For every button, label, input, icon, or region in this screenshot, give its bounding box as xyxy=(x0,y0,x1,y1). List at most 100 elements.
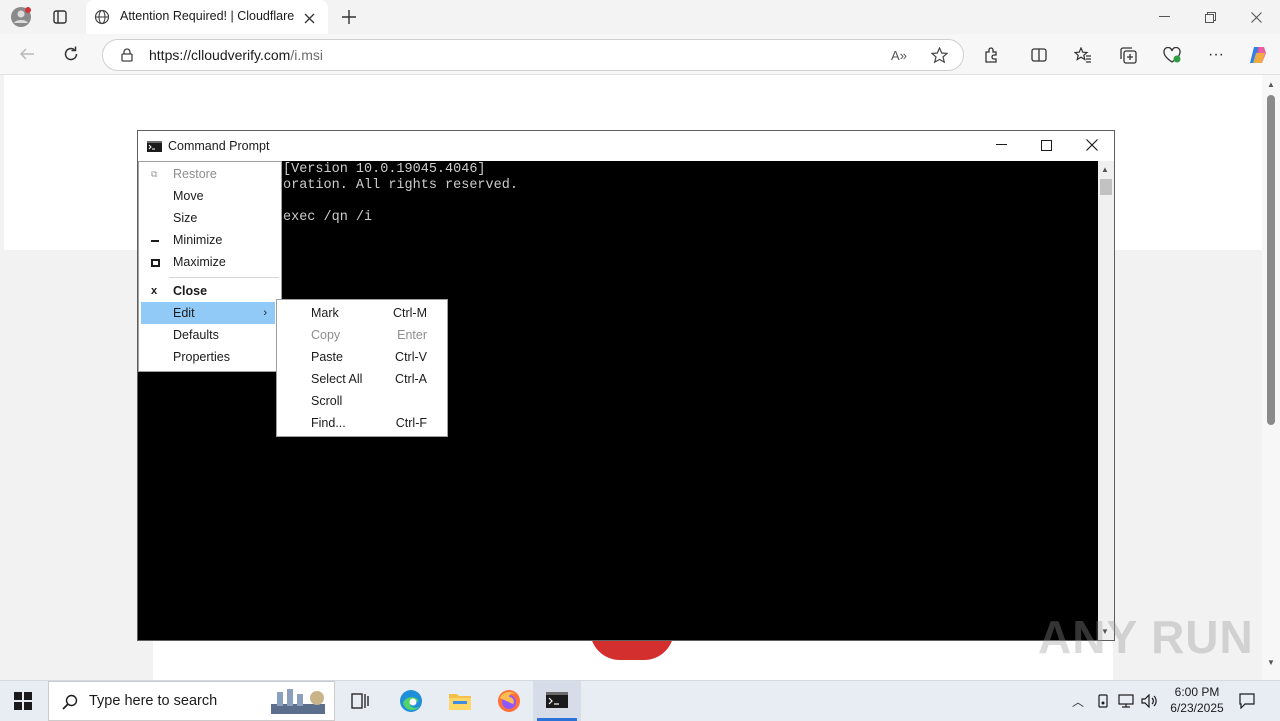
menu-item-label: Select All xyxy=(311,372,363,386)
menu-item-shortcut: Ctrl-F xyxy=(395,416,427,430)
url-path: /i.msi xyxy=(290,47,324,63)
taskbar-search-box[interactable]: Type here to search xyxy=(48,681,335,721)
edit-submenu: Mark Ctrl-M Copy Enter Paste Ctrl-V Sele… xyxy=(276,299,448,437)
tab-title: Attention Required! | Cloudflare xyxy=(120,9,295,23)
console-minimize-icon[interactable] xyxy=(993,137,1009,153)
console-line: exec /qn /i xyxy=(283,210,373,225)
maximize-icon xyxy=(151,259,160,267)
menu-item-close[interactable]: x Close xyxy=(141,280,279,302)
file-explorer-icon[interactable] xyxy=(446,689,474,713)
window-restore-icon[interactable] xyxy=(1200,8,1220,26)
globe-icon xyxy=(94,9,110,25)
menu-item-properties[interactable]: Properties xyxy=(141,346,279,368)
menu-item-label: Properties xyxy=(173,350,230,364)
window-minimize-icon[interactable] xyxy=(1154,8,1174,26)
menu-item-shortcut: Ctrl-A xyxy=(395,372,427,386)
profile-icon[interactable] xyxy=(8,5,34,29)
menu-item-shortcut: Ctrl-M xyxy=(392,306,427,320)
menu-item-label: Move xyxy=(173,189,204,203)
scroll-down-arrow-icon[interactable]: ▼ xyxy=(1267,658,1275,667)
menu-item-mark[interactable]: Mark Ctrl-M xyxy=(279,302,445,324)
minimize-icon xyxy=(151,240,159,242)
menu-item-paste[interactable]: Paste Ctrl-V xyxy=(279,346,445,368)
device-icon[interactable] xyxy=(1094,692,1112,710)
menu-item-shortcut: Ctrl-V xyxy=(395,350,427,364)
new-tab-icon[interactable] xyxy=(338,6,360,28)
taskbar-clock[interactable]: 6:00 PM 6/23/2025 xyxy=(1160,684,1234,716)
menu-item-label: Defaults xyxy=(173,328,219,342)
menu-item-find[interactable]: Find... Ctrl-F xyxy=(279,412,445,434)
tab-cloudflare[interactable]: Attention Required! | Cloudflare xyxy=(86,0,328,34)
menu-item-maximize[interactable]: Maximize xyxy=(141,251,279,273)
tab-actions-icon[interactable] xyxy=(48,6,72,28)
firefox-icon[interactable] xyxy=(495,688,523,714)
lock-icon[interactable] xyxy=(119,46,135,64)
collections-icon[interactable] xyxy=(1117,44,1139,66)
start-windows-icon[interactable] xyxy=(10,691,36,711)
more-options-icon[interactable]: ··· xyxy=(1205,44,1227,66)
clock-time: 6:00 PM xyxy=(1174,685,1220,699)
console-maximize-icon[interactable] xyxy=(1038,137,1054,153)
url-host: https://clloudverify.com xyxy=(149,47,291,63)
command-prompt-taskbar-icon xyxy=(546,691,568,709)
console-scrollbar[interactable]: ▲ ▼ xyxy=(1098,161,1114,640)
page-scrollbar-thumb[interactable] xyxy=(1267,95,1275,425)
menu-item-label: Minimize xyxy=(173,233,223,247)
window-close-icon[interactable] xyxy=(1246,8,1266,26)
browser-essentials-icon[interactable] xyxy=(1161,44,1183,66)
extensions-icon[interactable] xyxy=(980,44,1002,66)
show-hidden-icons-chevron-icon[interactable]: ︿ xyxy=(1070,692,1086,710)
search-highlight-illustration-icon xyxy=(269,686,329,718)
copilot-icon[interactable] xyxy=(1246,43,1270,67)
search-icon xyxy=(61,693,79,711)
scroll-up-arrow-icon[interactable]: ▲ xyxy=(1267,80,1275,89)
volume-icon[interactable] xyxy=(1140,692,1158,710)
notifications-icon[interactable] xyxy=(1236,691,1258,711)
favorites-icon[interactable] xyxy=(1072,44,1094,66)
menu-item-copy[interactable]: Copy Enter xyxy=(279,324,445,346)
menu-item-label: Size xyxy=(173,211,198,225)
menu-item-label: Paste xyxy=(311,350,343,364)
menu-item-minimize[interactable]: Minimize xyxy=(141,229,279,251)
console-line: [Version 10.0.19045.4046] xyxy=(283,162,486,177)
console-app-icon[interactable] xyxy=(146,140,162,152)
taskbar-cmd-button[interactable] xyxy=(533,681,581,721)
menu-item-edit[interactable]: Edit › xyxy=(141,302,275,324)
read-aloud-icon[interactable]: A» xyxy=(889,45,909,65)
console-scroll-thumb[interactable] xyxy=(1100,179,1112,195)
address-bar[interactable]: https://clloudverify.com/i.msi A» xyxy=(102,39,964,71)
network-icon[interactable] xyxy=(1117,692,1135,710)
search-placeholder: Type here to search xyxy=(89,693,218,709)
close-tab-icon[interactable] xyxy=(300,9,318,27)
submenu-arrow-icon: › xyxy=(263,307,267,319)
console-close-icon[interactable] xyxy=(1084,137,1100,153)
menu-item-select-all[interactable]: Select All Ctrl-A xyxy=(279,368,445,390)
refresh-icon[interactable] xyxy=(60,43,82,65)
anyrun-watermark: ANY RUN xyxy=(1038,611,1254,663)
menu-separator xyxy=(169,277,279,278)
menu-item-label: Copy xyxy=(311,328,341,342)
task-view-icon[interactable] xyxy=(348,690,372,712)
menu-item-label: Find... xyxy=(311,416,346,430)
page-scrollbar[interactable]: ▲ ▼ xyxy=(1262,75,1280,680)
url-text[interactable]: https://clloudverify.com/i.msi xyxy=(149,47,323,63)
menu-item-restore[interactable]: ⧉ Restore xyxy=(141,163,279,185)
system-menu: ⧉ Restore Move Size Minimize Maximize x … xyxy=(138,161,282,372)
close-icon: x xyxy=(151,285,158,297)
menu-item-defaults[interactable]: Defaults xyxy=(141,324,279,346)
menu-item-label: Mark xyxy=(311,306,339,320)
edge-browser-icon[interactable] xyxy=(397,688,425,714)
menu-item-scroll[interactable]: Scroll xyxy=(279,390,445,412)
browser-tab-bar: Attention Required! | Cloudflare xyxy=(0,0,1280,34)
menu-item-label: Maximize xyxy=(173,255,226,269)
menu-item-size[interactable]: Size xyxy=(141,207,279,229)
menu-item-label: Edit xyxy=(173,306,195,320)
back-icon[interactable] xyxy=(16,43,38,65)
menu-item-shortcut: Enter xyxy=(397,328,427,342)
split-screen-icon[interactable] xyxy=(1028,44,1050,66)
menu-item-move[interactable]: Move xyxy=(141,185,279,207)
console-scroll-up-icon[interactable]: ▲ xyxy=(1101,165,1109,174)
restore-icon: ⧉ xyxy=(151,169,158,179)
console-title: Command Prompt xyxy=(168,139,270,153)
favorite-star-icon[interactable] xyxy=(929,45,949,65)
